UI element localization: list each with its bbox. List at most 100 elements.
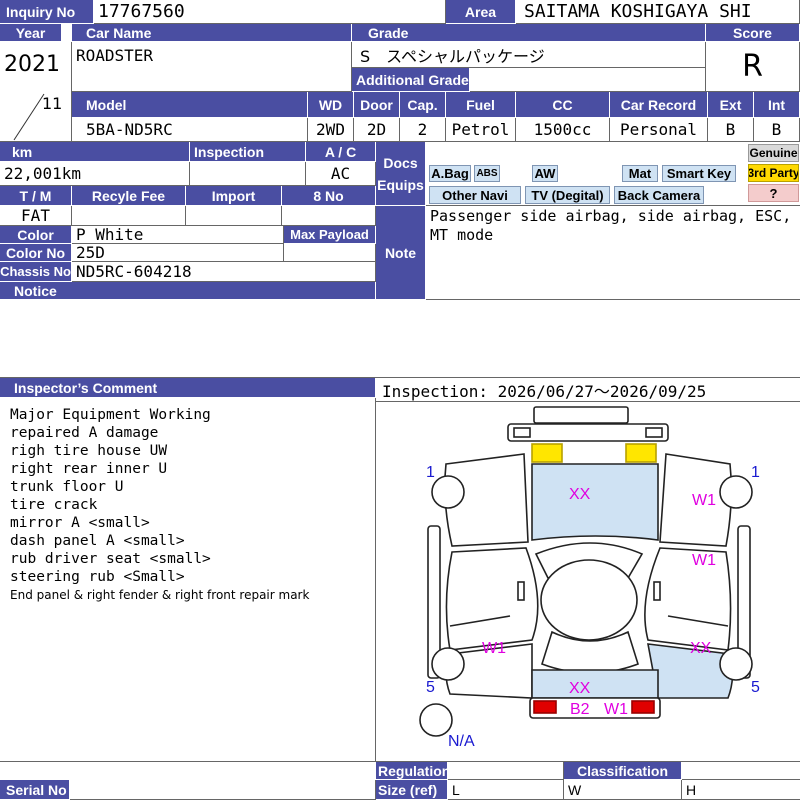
notice-label: Notice (0, 282, 376, 300)
comment-line: mirror A <small> (10, 515, 150, 531)
cap-label: Cap. (400, 92, 446, 118)
model-label: Model (72, 92, 308, 118)
spare-mark: N/A (448, 733, 475, 750)
score-label: Score (706, 24, 800, 42)
door-value: 2D (354, 118, 400, 142)
classification-label: Classification (564, 762, 682, 780)
color-label: Color (0, 226, 72, 244)
ext-label: Ext (708, 92, 754, 118)
month-value: 11 (42, 94, 63, 113)
classification-value (682, 762, 800, 780)
size-w: W (564, 780, 682, 800)
tire-rr-mark: 5 (751, 679, 760, 696)
year-label: Year (0, 24, 62, 42)
serial-no-value (70, 780, 376, 800)
fuel-label: Fuel (446, 92, 516, 118)
additional-grade-value (470, 68, 706, 92)
car-name-value: ROADSTER (72, 42, 352, 92)
left-rear-mark: W1 (482, 640, 506, 657)
comment-line: dash panel A <small> (10, 533, 185, 549)
equips-label: Equips (377, 176, 424, 193)
tire-fl-mark: 1 (426, 464, 435, 481)
comment-line: trunk floor U (10, 479, 124, 495)
comment-line: repaired A damage (10, 425, 159, 441)
ext-value: B (708, 118, 754, 142)
right-rear-fender-mark: XX (690, 640, 712, 657)
comment-line: steering rub <Small> (10, 569, 185, 585)
other-navi-badge: Other Navi (429, 186, 521, 204)
import-label: Import (186, 186, 282, 206)
size-l: L (448, 780, 564, 800)
unknown-badge: ? (748, 184, 799, 202)
tv-badge: TV (Degital) (525, 186, 610, 204)
right-front-fender-mark: W1 (692, 492, 716, 509)
inquiry-no-value: 17767560 (94, 0, 446, 24)
int-value: B (754, 118, 800, 142)
aw-badge: AW (532, 165, 558, 182)
size-ref-label: Size (ref) (376, 780, 448, 800)
import-value (186, 206, 282, 226)
recycle-fee-value (72, 206, 186, 226)
fuel-value: Petrol (446, 118, 516, 142)
car-record-label: Car Record (610, 92, 708, 118)
regulation-value (448, 762, 564, 780)
model-value: 5BA-ND5RC (72, 118, 308, 142)
inspection-value (190, 162, 306, 186)
eight-no-label: 8 No (282, 186, 376, 206)
right-door-mark: W1 (692, 552, 716, 569)
inspection-period: Inspection: 2026/06/27～2026/09/25 (376, 378, 800, 402)
inspectors-comment-body: Major Equipment Working repaired A damag… (0, 398, 376, 762)
int-label: Int (754, 92, 800, 118)
ac-label: A / C (306, 142, 376, 162)
tire-fr-mark: 1 (751, 464, 760, 481)
cc-value: 1500cc (516, 118, 610, 142)
comment-line: Major Equipment Working (10, 407, 211, 423)
cap-value: 2 (400, 118, 446, 142)
cc-label: CC (516, 92, 610, 118)
docs-equips-label: Docs Equips (376, 142, 426, 206)
note-value: Passenger side airbag, side airbag, ESC,… (426, 206, 800, 300)
abs-badge: ABS (474, 165, 500, 182)
door-label: Door (354, 92, 400, 118)
chassis-no-value: ND5RC-604218 (72, 262, 376, 282)
inspectors-comment-label: Inspector’s Comment (0, 378, 376, 398)
car-damage-diagram: 1 1 5 5 N/A XX W1 W1 W1 XX XX B2 W1 (419, 406, 760, 750)
comment-line: rub driver seat <small> (10, 551, 211, 567)
docs-label: Docs (383, 154, 418, 171)
comment-line: tire crack (10, 497, 98, 513)
max-payload-label: Max Payload (284, 226, 376, 244)
ac-value: AC (306, 162, 376, 186)
color-no-value: 25D (72, 244, 284, 262)
grade-value: S スペシャルパッケージ (352, 42, 706, 68)
color-no-label: Color No (0, 244, 72, 262)
car-record-value: Personal (610, 118, 708, 142)
max-payload-value (284, 244, 376, 262)
tm-label: T / M (0, 186, 72, 206)
notice-value (0, 300, 800, 378)
comment-line: righ tire house UW (10, 443, 168, 459)
comment-line: right rear inner U (10, 461, 168, 477)
serial-no-label: Serial No (0, 780, 70, 800)
grade-label: Grade (352, 24, 706, 42)
mat-badge: Mat (622, 165, 658, 182)
third-party-badge: 3rd Party (748, 164, 799, 182)
km-label: km (0, 142, 190, 162)
inspection-label: Inspection (190, 142, 306, 162)
abag-badge: A.Bag (429, 165, 471, 182)
additional-grade-label: Additional Grade (352, 68, 470, 92)
rear-bumper-right-mark: W1 (604, 701, 628, 718)
hood-mark: XX (569, 486, 591, 503)
wd-label: WD (308, 92, 354, 118)
rear-bumper-left-mark: B2 (570, 701, 590, 718)
km-value: 22,001km (0, 162, 190, 186)
chassis-no-label: Chassis No (0, 262, 72, 282)
eight-no-value (282, 206, 376, 226)
trunk-mark: XX (569, 680, 591, 697)
tm-value: FAT (0, 206, 72, 226)
size-h: H (682, 780, 800, 800)
car-name-label: Car Name (72, 24, 352, 42)
back-camera-badge: Back Camera (614, 186, 704, 204)
comment-line: End panel & right fender & right front r… (10, 588, 310, 602)
color-value: P White (72, 226, 284, 244)
area-label: Area (446, 0, 516, 24)
